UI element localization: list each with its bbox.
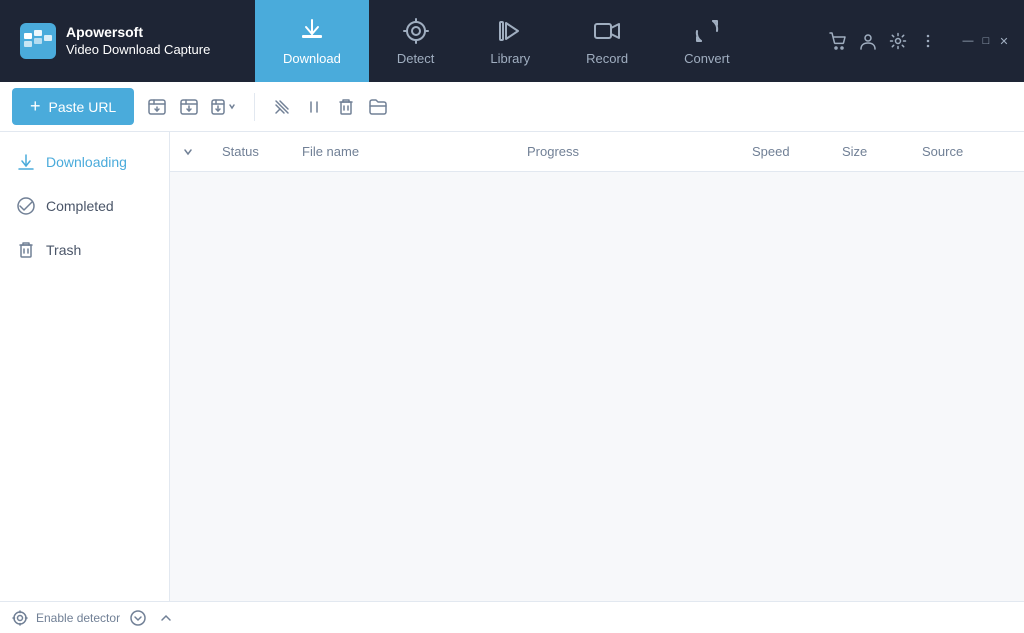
app-full-name: Video Download Capture xyxy=(66,42,210,59)
main-content: Downloading Completed Trash xyxy=(0,132,1024,601)
minimize-button[interactable]: — xyxy=(960,33,976,49)
settings-icon[interactable] xyxy=(886,29,910,53)
record-tab-label: Record xyxy=(586,51,628,66)
tab-detect[interactable]: Detect xyxy=(369,0,463,82)
col-check xyxy=(182,146,222,158)
download-tab-icon xyxy=(298,17,326,45)
detect-tab-label: Detect xyxy=(397,51,435,66)
completed-label: Completed xyxy=(46,198,114,214)
library-tab-icon xyxy=(496,17,524,45)
pause-button[interactable] xyxy=(299,92,329,122)
maximize-button[interactable]: □ xyxy=(978,33,994,49)
plus-icon: + xyxy=(30,96,41,117)
col-source-header: Source xyxy=(922,144,1012,159)
completed-icon xyxy=(16,196,36,216)
status-down-button[interactable] xyxy=(128,608,148,628)
user-icon[interactable] xyxy=(856,29,880,53)
table-area: Status File name Progress Speed Size Sou… xyxy=(170,132,1024,601)
download-dropdown-button[interactable] xyxy=(206,92,242,122)
pin-button[interactable] xyxy=(267,92,297,122)
download-button[interactable] xyxy=(174,92,204,122)
tab-library[interactable]: Library xyxy=(462,0,558,82)
sidebar-item-trash[interactable]: Trash xyxy=(0,228,169,272)
library-tab-label: Library xyxy=(490,51,530,66)
open-folder-button[interactable] xyxy=(363,92,393,122)
close-button[interactable]: ✕ xyxy=(996,33,1012,49)
paste-url-button[interactable]: + Paste URL xyxy=(12,88,134,125)
brand-name: Apowersoft xyxy=(66,23,210,41)
table-header: Status File name Progress Speed Size Sou… xyxy=(170,132,1024,172)
record-tab-icon xyxy=(593,17,621,45)
table-body xyxy=(170,172,1024,601)
convert-tab-label: Convert xyxy=(684,51,730,66)
enable-detector-icon xyxy=(12,610,28,626)
downloading-label: Downloading xyxy=(46,154,127,170)
col-speed-header: Speed xyxy=(752,144,842,159)
toolbar: + Paste URL xyxy=(0,82,1024,132)
enable-detector-label: Enable detector xyxy=(36,611,120,625)
col-size-header: Size xyxy=(842,144,922,159)
col-status-header: Status xyxy=(222,144,302,159)
trash-label: Trash xyxy=(46,242,81,258)
tab-convert[interactable]: Convert xyxy=(656,0,758,82)
download-tab-label: Download xyxy=(283,51,341,66)
import-browser-button[interactable] xyxy=(142,92,172,122)
toolbar-btn-group-2 xyxy=(267,92,393,122)
sidebar-item-downloading[interactable]: Downloading xyxy=(0,140,169,184)
tab-download[interactable]: Download xyxy=(255,0,369,82)
convert-tab-icon xyxy=(693,17,721,45)
detect-tab-icon xyxy=(402,17,430,45)
status-up-button[interactable] xyxy=(156,608,176,628)
paste-url-label: Paste URL xyxy=(49,99,117,115)
status-bar: Enable detector xyxy=(0,601,1024,633)
app-name: Apowersoft Video Download Capture xyxy=(66,23,210,58)
window-controls: — □ ✕ xyxy=(948,0,1024,82)
sidebar-item-completed[interactable]: Completed xyxy=(0,184,169,228)
title-bar: Apowersoft Video Download Capture Downlo… xyxy=(0,0,1024,82)
trash-icon xyxy=(16,240,36,260)
cart-icon[interactable] xyxy=(826,29,850,53)
toolbar-btn-group-1 xyxy=(142,92,242,122)
more-icon[interactable] xyxy=(916,29,940,53)
col-filename-header: File name xyxy=(302,144,527,159)
sidebar: Downloading Completed Trash xyxy=(0,132,170,601)
dropdown-arrow-icon[interactable] xyxy=(182,146,194,158)
col-progress-header: Progress xyxy=(527,144,752,159)
tab-record[interactable]: Record xyxy=(558,0,656,82)
app-logo: Apowersoft Video Download Capture xyxy=(0,23,255,59)
downloading-icon xyxy=(16,152,36,172)
nav-tabs: Download Detect Library xyxy=(255,0,818,82)
toolbar-divider-1 xyxy=(254,93,255,121)
delete-button[interactable] xyxy=(331,92,361,122)
header-icons xyxy=(818,29,948,53)
app-icon xyxy=(20,23,56,59)
